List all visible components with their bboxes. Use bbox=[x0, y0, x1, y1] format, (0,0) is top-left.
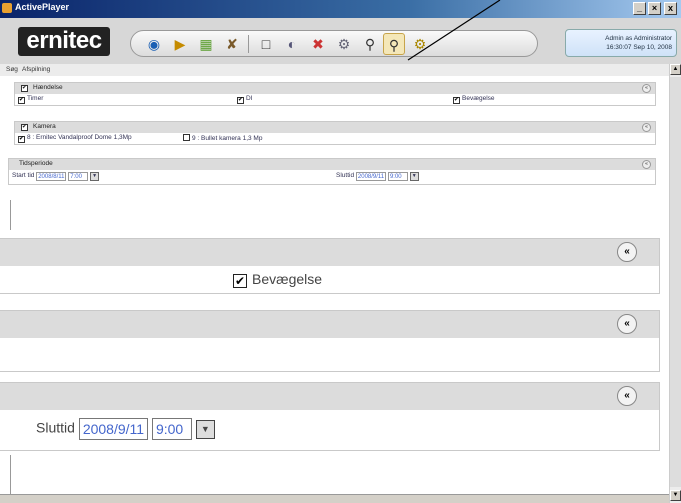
annotation-arrow bbox=[407, 0, 501, 61]
event-panel-header: ✔ Hændelse « bbox=[15, 83, 655, 94]
camera-8-label: 8 : Ernitec Vandalproof Dome 1,3Mp bbox=[27, 134, 132, 141]
start-date-input[interactable]: 2008/8/11 bbox=[36, 172, 67, 181]
divider bbox=[10, 455, 11, 495]
status-bar bbox=[0, 494, 669, 503]
end-time-label: Sluttid bbox=[336, 172, 355, 179]
camera-9-label: 9 : Bullet kamera 1,3 Mp bbox=[192, 135, 263, 142]
period-panel-body: Start tid 2008/8/11 7:00 ▼ Sluttid 2008/… bbox=[9, 170, 655, 184]
zoom-camera-panel: « bbox=[0, 310, 660, 372]
camera-panel-header: ✔ Kamera « bbox=[15, 122, 655, 133]
maximize-button[interactable]: × bbox=[648, 2, 661, 15]
zoom-camera-header: « bbox=[0, 311, 659, 338]
event-timer-option[interactable]: ✔ Timer bbox=[18, 95, 43, 104]
camera-panel-title: Kamera bbox=[33, 123, 56, 130]
checkbox-icon[interactable]: ✔ bbox=[233, 274, 247, 288]
start-time-label: Start tid bbox=[12, 172, 35, 179]
eye-icon[interactable]: ◉ bbox=[143, 33, 165, 55]
fullscreen-icon[interactable]: □ bbox=[255, 33, 277, 55]
zoom-motion-option[interactable]: ✔ Bevægelse bbox=[233, 271, 322, 288]
period-panel-header: Tidsperiode « bbox=[9, 159, 655, 170]
datetime-label: 16:30:07 Sep 10, 2008 bbox=[606, 44, 672, 51]
ernitec-logo: ernitec bbox=[18, 27, 110, 56]
camera-panel: ✔ Kamera « ✔ 8 : Ernitec Vandalproof Dome… bbox=[14, 121, 656, 145]
event-panel-title: Hændelse bbox=[33, 84, 63, 91]
camera-play-icon[interactable]: ▶ bbox=[169, 33, 191, 55]
collapse-icon[interactable]: « bbox=[642, 160, 651, 169]
event-motion-option[interactable]: ✔ Bevægelse bbox=[453, 95, 495, 104]
tools-icon[interactable]: ✘ bbox=[221, 33, 243, 55]
close-button[interactable]: x bbox=[664, 2, 677, 15]
user-label: Admin as Administrator bbox=[605, 35, 672, 42]
collapse-icon[interactable]: « bbox=[642, 84, 651, 93]
app-header: ernitec ◉ ▶ ▦ ✘ □ ◐ ✖ ⚙ ⚲ ⚲ ⚙ Admin as A… bbox=[0, 18, 681, 64]
camera-panel-body: ✔ 8 : Ernitec Vandalproof Dome 1,3Mp 9 : … bbox=[15, 133, 655, 144]
window-title: ActivePlayer bbox=[15, 2, 70, 12]
search-active-icon[interactable]: ⚲ bbox=[383, 33, 405, 55]
dropdown-icon[interactable]: ▼ bbox=[409, 172, 419, 181]
end-time-select[interactable]: 9:00 bbox=[387, 172, 408, 181]
zoom-end-time-select[interactable]: 9:00 bbox=[151, 418, 192, 440]
end-time-row: Sluttid 2008/9/11 9:00 ▼ bbox=[336, 172, 419, 181]
checkbox-icon[interactable] bbox=[183, 134, 190, 141]
camera-8-option[interactable]: ✔ 8 : Ernitec Vandalproof Dome 1,3Mp bbox=[18, 134, 132, 143]
map-icon[interactable]: ▦ bbox=[195, 33, 217, 55]
camera-delete-icon[interactable]: ✖ bbox=[307, 33, 329, 55]
menu-bar: Søg Afspilning bbox=[0, 64, 669, 76]
checkbox-icon[interactable]: ✔ bbox=[18, 136, 25, 143]
scroll-down-icon[interactable]: ▼ bbox=[670, 490, 681, 501]
collapse-icon[interactable]: « bbox=[617, 386, 637, 406]
collapse-icon[interactable]: « bbox=[642, 123, 651, 132]
event-motion-label: Bevægelse bbox=[462, 95, 495, 102]
dropdown-icon[interactable]: ▼ bbox=[90, 172, 100, 181]
checkbox-icon[interactable]: ✔ bbox=[453, 97, 460, 104]
collapse-icon[interactable]: « bbox=[617, 242, 637, 262]
event-panel: ✔ Hændelse « ✔ Timer ✔ DI ✔ Bevægelse bbox=[14, 82, 656, 106]
scroll-thumb[interactable] bbox=[670, 77, 681, 487]
zoom-end-date-input[interactable]: 2008/9/11 bbox=[78, 418, 149, 440]
zoom-motion-label: Bevægelse bbox=[252, 271, 323, 287]
zoom-period-panel: « Sluttid 2008/9/11 9:00 ▼ bbox=[0, 382, 660, 451]
title-bar: ActivePlayer _ × x bbox=[0, 0, 681, 18]
vertical-scrollbar[interactable]: ▲ ▼ bbox=[669, 64, 681, 503]
event-panel-body: ✔ Timer ✔ DI ✔ Bevægelse bbox=[15, 94, 655, 105]
dropdown-icon[interactable]: ▼ bbox=[195, 419, 215, 439]
zoom-event-header: « bbox=[0, 239, 659, 266]
collapse-icon[interactable]: « bbox=[617, 314, 637, 334]
event-di-label: DI bbox=[246, 95, 253, 102]
menu-search[interactable]: Søg bbox=[6, 66, 18, 73]
camera-panel-checkbox[interactable]: ✔ bbox=[21, 124, 28, 131]
toolbar-separator bbox=[248, 35, 249, 53]
checkbox-icon[interactable]: ✔ bbox=[18, 97, 25, 104]
zoom-period-header: « bbox=[0, 383, 659, 410]
event-di-option[interactable]: ✔ DI bbox=[237, 95, 253, 104]
zoom-end-time-label: Sluttid bbox=[36, 419, 75, 436]
camera-settings-icon[interactable]: ⚙ bbox=[333, 33, 355, 55]
zoom-event-body: ✔ Bevægelse bbox=[0, 266, 659, 293]
period-panel-title: Tidsperiode bbox=[19, 160, 53, 167]
checkbox-icon[interactable]: ✔ bbox=[237, 97, 244, 104]
camera-switch-icon[interactable]: ◐ bbox=[281, 33, 303, 55]
zoom-end-time-row: Sluttid 2008/9/11 9:00 ▼ bbox=[36, 418, 215, 440]
minimize-button[interactable]: _ bbox=[633, 2, 646, 15]
menu-playback[interactable]: Afspilning bbox=[22, 66, 50, 73]
period-panel: Tidsperiode « Start tid 2008/8/11 7:00 ▼… bbox=[8, 158, 656, 185]
event-timer-label: Timer bbox=[27, 95, 44, 102]
divider bbox=[10, 200, 11, 230]
start-time-row: Start tid 2008/8/11 7:00 ▼ bbox=[12, 172, 100, 181]
zoom-period-body: Sluttid 2008/9/11 9:00 ▼ bbox=[0, 410, 659, 450]
app-window: ActivePlayer _ × x ernitec ◉ ▶ ▦ ✘ □ ◐ ✖… bbox=[0, 0, 681, 503]
start-time-select[interactable]: 7:00 bbox=[68, 172, 89, 181]
search-icon[interactable]: ⚲ bbox=[359, 33, 381, 55]
user-info: Admin as Administrator 16:30:07 Sep 10, … bbox=[565, 29, 677, 57]
end-date-input[interactable]: 2008/9/11 bbox=[355, 172, 387, 181]
camera-9-option[interactable]: 9 : Bullet kamera 1,3 Mp bbox=[183, 134, 262, 142]
event-panel-checkbox[interactable]: ✔ bbox=[21, 85, 28, 92]
app-icon bbox=[2, 3, 12, 13]
zoom-event-panel: « ✔ Bevægelse bbox=[0, 238, 660, 294]
scroll-up-icon[interactable]: ▲ bbox=[670, 64, 681, 75]
